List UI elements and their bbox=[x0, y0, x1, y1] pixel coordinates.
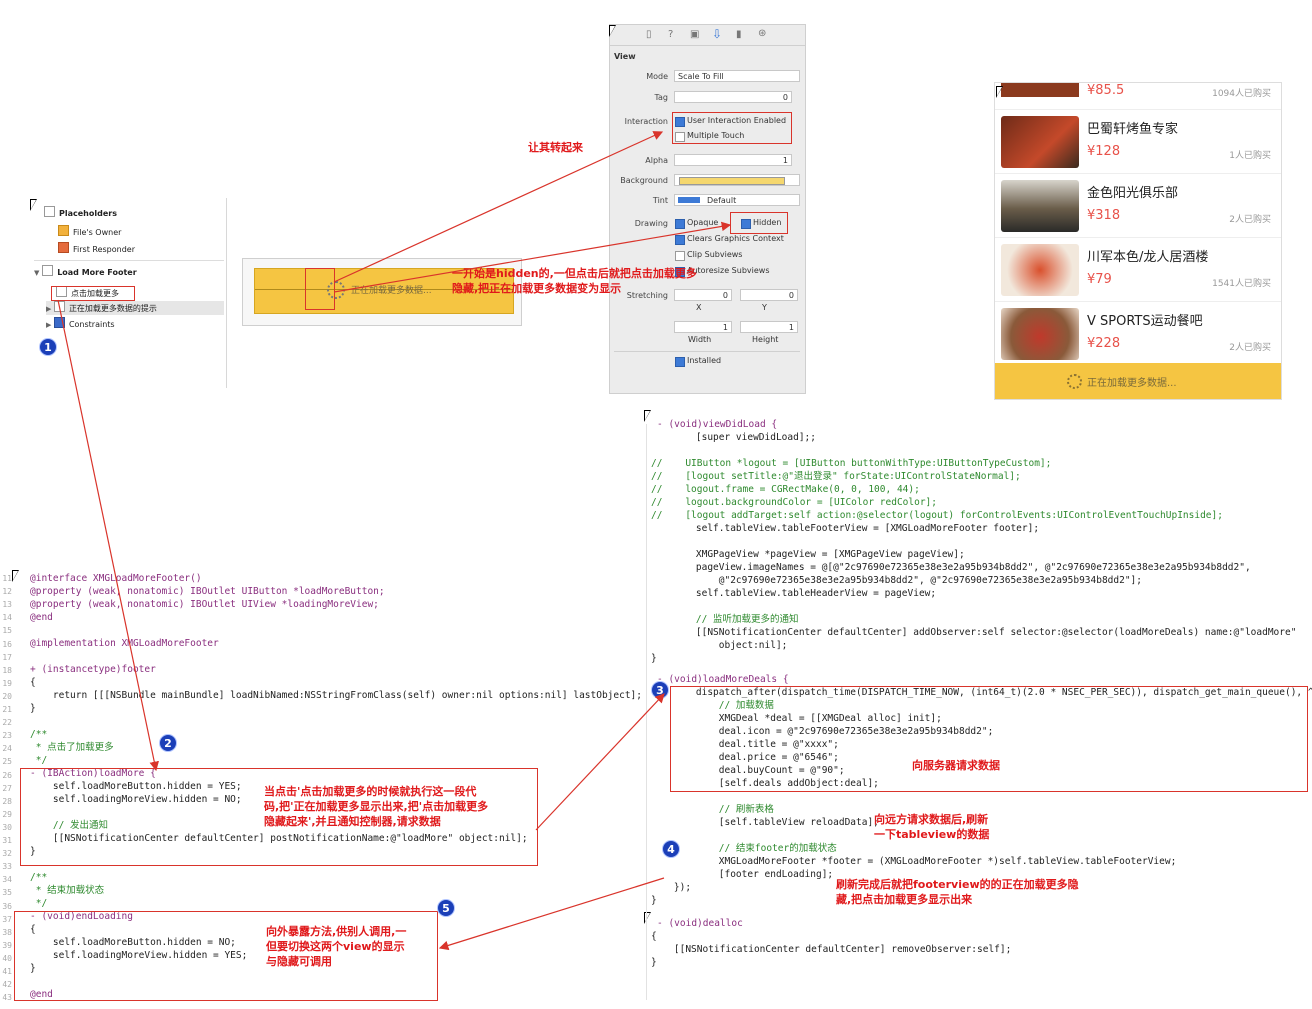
arrow-endloading bbox=[438, 877, 665, 951]
annotation-arrows bbox=[57, 131, 732, 951]
arrow-button-to-code bbox=[57, 299, 159, 772]
arrow-spinner-to-hidden bbox=[333, 221, 732, 293]
arrow-post-to-request bbox=[535, 693, 665, 831]
arrow-spinner-to-interaction bbox=[333, 131, 664, 283]
